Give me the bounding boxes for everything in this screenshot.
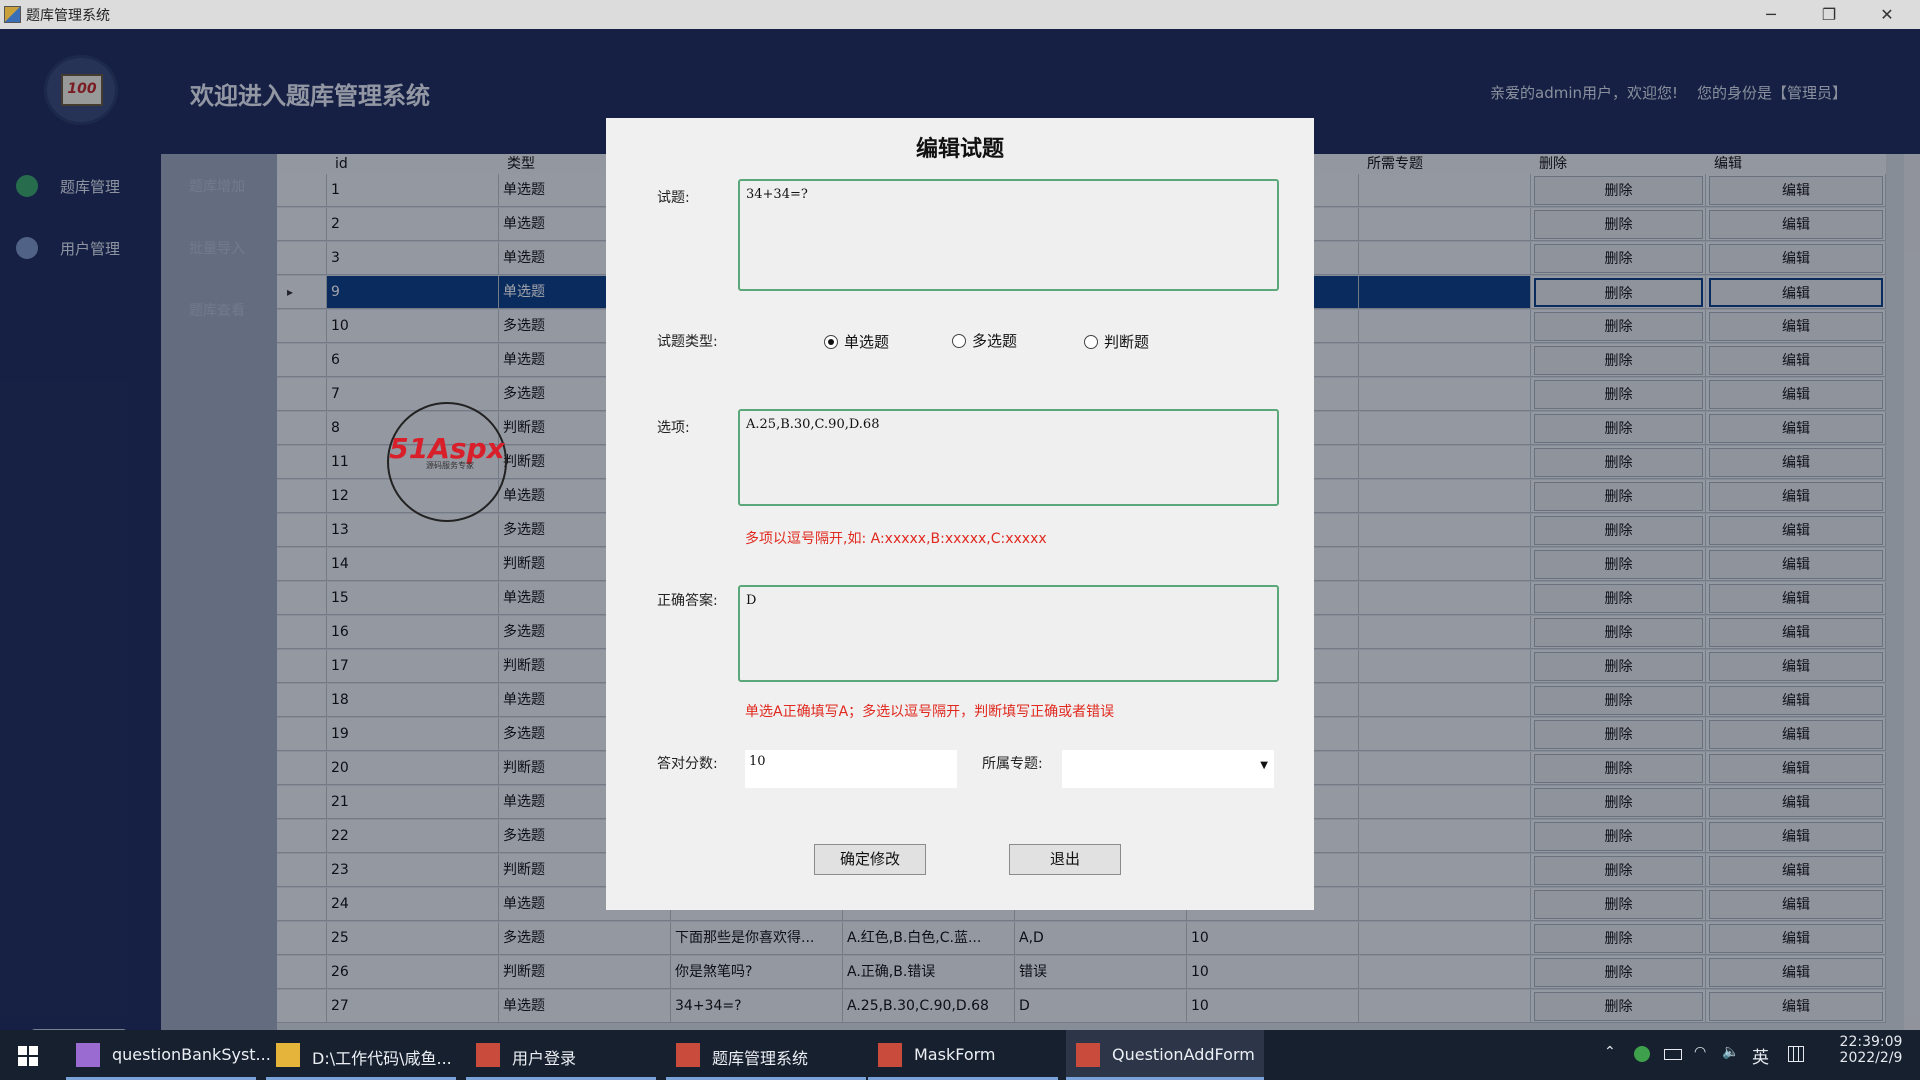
tray-time: 22:39:09 [1839,1034,1903,1050]
keyboard-layout-icon[interactable] [1788,1046,1804,1062]
question-label: 试题: [657,190,690,206]
network-icon[interactable]: ◠ [1694,1044,1706,1060]
window-titlebar: 题库管理系统 ─ ❐ ✕ [0,0,1920,29]
question-type-label: 试题类型: [657,334,718,350]
ime-indicator[interactable]: 英 [1752,1043,1769,1068]
window-title: 题库管理系统 [26,8,110,24]
question-input[interactable]: 34+34=? [738,179,1279,291]
taskbar: questionBankSyst... D:\工作代码\咸鱼... 用户登录 题库管理… [0,1030,1920,1080]
taskbar-app-label: MaskForm [914,1045,996,1064]
dialog-exit-button[interactable]: 退出 [1009,844,1121,875]
taskbar-app-2[interactable]: 用户登录 [466,1030,656,1080]
taskbar-app-3[interactable]: 题库管理系统 [666,1030,866,1080]
taskbar-app-icon [676,1043,700,1067]
taskbar-app-icon [76,1043,100,1067]
watermark-subtext: 源码服务专家 [426,461,474,470]
radio-multiple-choice[interactable]: 多选题 [952,330,1017,351]
options-hint: 多项以逗号隔开,如: A:xxxxx,B:xxxxx,C:xxxxx [745,531,1047,547]
taskbar-app-label: 题库管理系统 [712,1049,809,1068]
taskbar-app-1[interactable]: D:\工作代码\咸鱼... [266,1030,456,1080]
app-icon [4,6,21,23]
taskbar-app-label: 用户登录 [512,1049,577,1068]
options-label: 选项: [657,420,690,436]
taskbar-app-0[interactable]: questionBankSyst... [66,1030,271,1080]
score-input[interactable]: 10 [745,750,957,788]
taskbar-app-label: questionBankSyst... [112,1045,271,1064]
radio-label: 判断题 [1104,333,1150,351]
answer-label: 正确答案: [657,593,718,609]
answer-hint: 单选A正确填写A；多选以逗号隔开，判断填写正确或者错误 [745,704,1115,720]
score-label: 答对分数: [657,756,718,772]
topic-label: 所属专题: [982,756,1043,772]
windows-start-icon[interactable] [18,1046,38,1066]
taskbar-app-label: D:\工作代码\咸鱼... [312,1049,452,1068]
tray-chevron-up-icon[interactable]: ⌃ [1604,1044,1616,1060]
radio-unchecked-icon [952,334,966,348]
tray-app-icon[interactable] [1634,1046,1650,1062]
radio-label: 多选题 [972,332,1018,350]
tray-date: 2022/2/9 [1839,1050,1903,1066]
topic-select[interactable]: ▼ [1062,750,1274,788]
radio-checked-icon [824,335,838,349]
confirm-edit-button[interactable]: 确定修改 [814,844,926,875]
chevron-down-icon: ▼ [1260,760,1268,771]
radio-true-false[interactable]: 判断题 [1084,331,1149,352]
radio-label: 单选题 [844,333,890,351]
taskbar-app-icon [878,1043,902,1067]
radio-unchecked-icon [1084,335,1098,349]
taskbar-app-icon [476,1043,500,1067]
options-input[interactable]: A.25,B.30,C.90,D.68 [738,409,1279,506]
battery-icon[interactable] [1664,1049,1682,1060]
taskbar-app-4[interactable]: MaskForm [868,1030,1058,1080]
taskbar-app-icon [1076,1043,1100,1067]
dialog-title: 编辑试题 [915,137,1004,162]
taskbar-app-5[interactable]: QuestionAddForm [1066,1030,1264,1080]
minimize-button[interactable]: ─ [1742,0,1800,29]
radio-single-choice[interactable]: 单选题 [824,331,889,352]
close-button[interactable]: ✕ [1858,0,1916,29]
maximize-button[interactable]: ❐ [1800,0,1858,29]
taskbar-app-label: QuestionAddForm [1112,1045,1255,1064]
tray-clock[interactable]: 22:39:09 2022/2/9 [1836,1034,1906,1066]
answer-input[interactable]: D [738,585,1279,682]
volume-icon[interactable]: 🔈 [1722,1044,1739,1060]
taskbar-app-icon [276,1043,300,1067]
edit-question-dialog: 编辑试题 试题: 34+34=? 试题类型: 单选题 多选题 判断题 选项: A… [606,118,1314,910]
